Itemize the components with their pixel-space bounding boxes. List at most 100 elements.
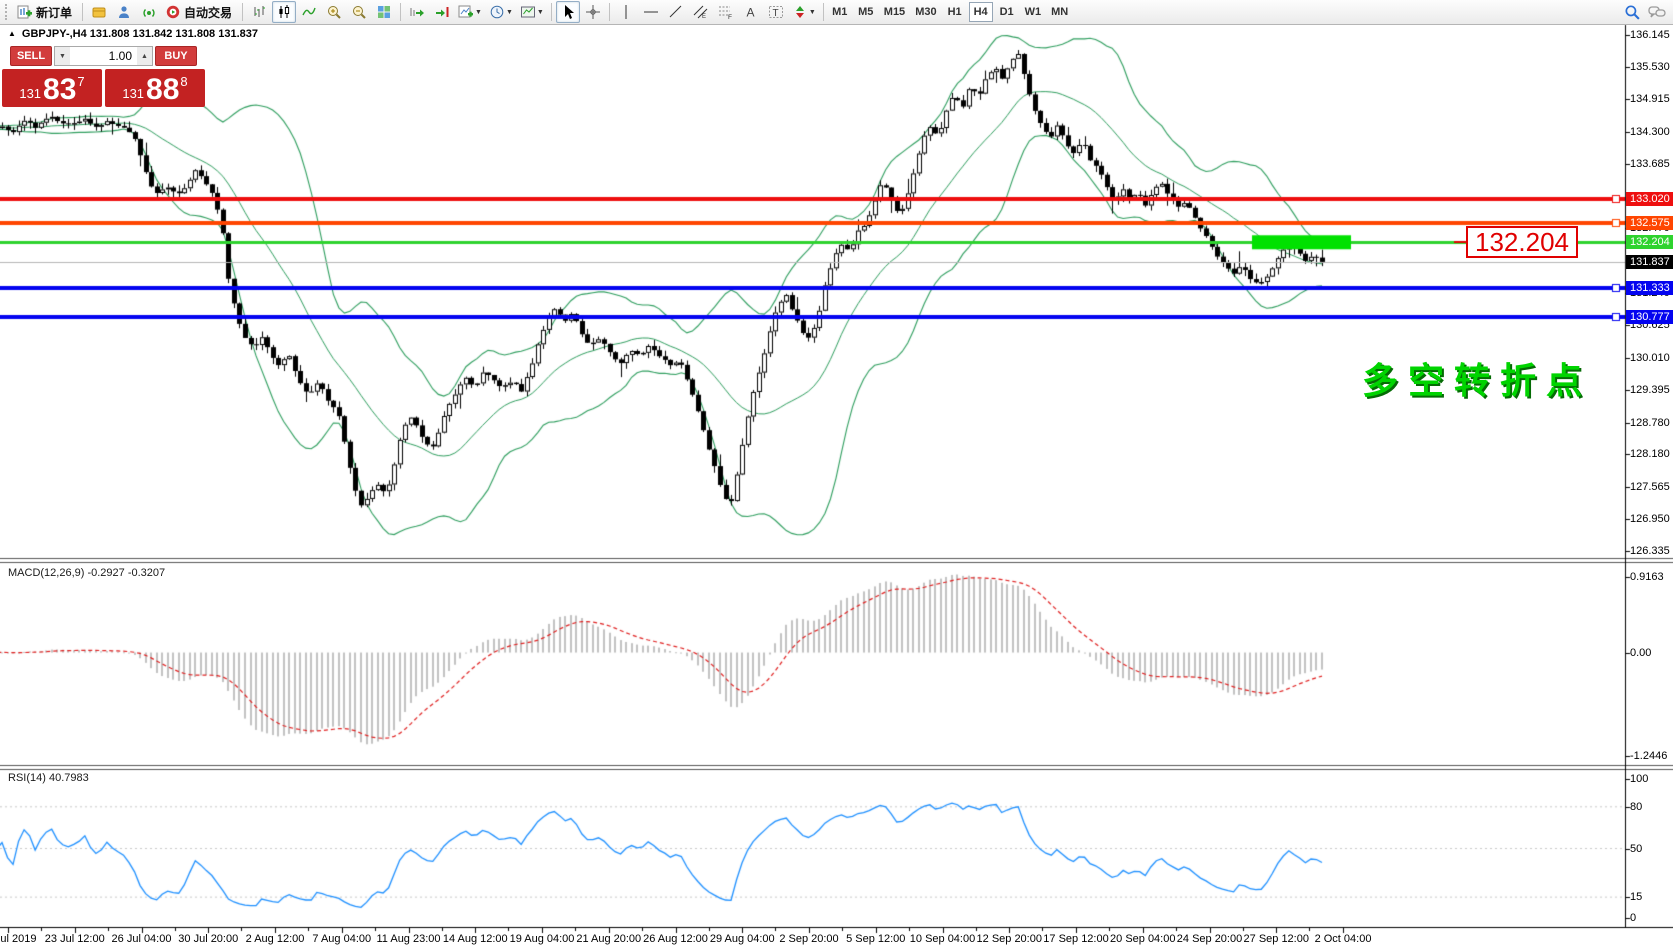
timeframe-M5[interactable]: M5 xyxy=(854,2,878,22)
zoom-out-button[interactable] xyxy=(347,1,371,23)
trading-terminal-window: 新订单 自动交易 ▼ ▼ xyxy=(0,0,1673,951)
price-level-label[interactable]: 132.575 xyxy=(1626,216,1673,230)
chart-shift-button[interactable] xyxy=(430,1,454,23)
autotrade-icon xyxy=(165,4,181,20)
text-label-button[interactable]: T xyxy=(764,1,788,23)
svg-text:E: E xyxy=(702,14,706,20)
new-order-button[interactable]: 新订单 xyxy=(14,1,78,23)
rsi-scale-label: 15 xyxy=(1630,891,1642,903)
equidistant-channel-icon: E xyxy=(693,4,709,20)
autotrade-button[interactable]: 自动交易 xyxy=(162,1,238,23)
vertical-line-button[interactable] xyxy=(614,1,638,23)
time-axis-label: 5 Sep 12:00 xyxy=(846,933,905,945)
zoom-out-icon xyxy=(351,4,367,20)
trendline-button[interactable] xyxy=(664,1,688,23)
timeframe-D1[interactable]: D1 xyxy=(995,2,1019,22)
new-order-icon xyxy=(17,4,33,20)
toolbar-separator xyxy=(400,3,401,21)
toolbar-separator xyxy=(609,3,610,21)
sell-price-box[interactable]: 131837 xyxy=(2,69,102,107)
timeframe-M15[interactable]: M15 xyxy=(880,2,909,22)
time-axis-label: 21 Aug 20:00 xyxy=(576,933,641,945)
auto-scroll-button[interactable] xyxy=(405,1,429,23)
macd-scale-label: 0.00 xyxy=(1630,647,1651,659)
fibonacci-button[interactable]: F xyxy=(714,1,738,23)
tile-windows-button[interactable] xyxy=(372,1,396,23)
cursor-button[interactable] xyxy=(556,1,580,23)
fibonacci-icon: F xyxy=(718,4,734,20)
macd-indicator-label: MACD(12,26,9) -0.2927 -0.3207 xyxy=(8,567,165,579)
time-axis-label: 14 Aug 12:00 xyxy=(443,933,508,945)
timeframe-M1[interactable]: M1 xyxy=(828,2,852,22)
arrows-button[interactable]: ▼ xyxy=(789,1,819,23)
new-order-label: 新订单 xyxy=(33,4,75,21)
time-axis-label: 2 Oct 04:00 xyxy=(1315,933,1372,945)
crosshair-button[interactable] xyxy=(581,1,605,23)
buy-button[interactable]: BUY xyxy=(155,46,197,66)
price-level-label[interactable]: 132.204 xyxy=(1626,235,1673,249)
community-button[interactable] xyxy=(112,1,136,23)
arrow-objects-icon xyxy=(792,4,808,20)
price-tick-label: 126.335 xyxy=(1630,545,1670,557)
equidistant-channel-button[interactable]: E xyxy=(689,1,713,23)
zoom-in-icon xyxy=(326,4,342,20)
chart-overlay: MACD(12,26,9) -0.2927 -0.3207 RSI(14) 40… xyxy=(0,0,1673,951)
turning-point-note: 多空转折点 xyxy=(1362,352,1592,404)
collapse-trade-panel-icon[interactable]: ▲ xyxy=(8,30,16,38)
price-level-label[interactable]: 133.020 xyxy=(1626,192,1673,206)
timeframe-bar: M1M5M15M30H1H4D1W1MN xyxy=(828,2,1072,22)
period-button[interactable]: ▼ xyxy=(486,1,516,23)
symbol-ohlc-text: GBPJPY-,H4 131.808 131.842 131.808 131.8… xyxy=(22,28,258,40)
timeframe-H4[interactable]: H4 xyxy=(969,2,993,22)
signal-button[interactable] xyxy=(137,1,161,23)
price-tick-label: 127.565 xyxy=(1630,481,1670,493)
chat-icon xyxy=(1648,4,1666,20)
toolbar-separator xyxy=(551,3,552,21)
time-axis-label: 11 Aug 23:00 xyxy=(376,933,440,945)
price-level-label[interactable]: 131.333 xyxy=(1626,281,1673,295)
clock-icon xyxy=(489,4,505,20)
tile-windows-icon xyxy=(376,4,392,20)
template-button[interactable]: ▼ xyxy=(517,1,547,23)
search-icon xyxy=(1624,4,1641,21)
market-watch-button[interactable] xyxy=(87,1,111,23)
price-tick-label: 135.530 xyxy=(1630,61,1670,73)
community-icon xyxy=(116,4,132,20)
time-axis-label: 29 Aug 04:00 xyxy=(710,933,775,945)
price-tick-label: 128.780 xyxy=(1630,417,1670,429)
timeframe-W1[interactable]: W1 xyxy=(1021,2,1046,22)
vertical-line-icon xyxy=(618,4,634,20)
horizontal-line-button[interactable] xyxy=(639,1,663,23)
dropdown-caret-icon: ▼ xyxy=(475,9,482,16)
timeframe-H1[interactable]: H1 xyxy=(943,2,967,22)
price-level-label[interactable]: 130.777 xyxy=(1626,310,1673,324)
auto-scroll-icon xyxy=(409,4,425,20)
zoom-in-button[interactable] xyxy=(322,1,346,23)
bar-chart-mode-button[interactable] xyxy=(247,1,271,23)
volume-increase-button[interactable]: ▲ xyxy=(137,47,152,65)
buy-price-box[interactable]: 131888 xyxy=(105,69,205,107)
line-chart-mode-button[interactable] xyxy=(297,1,321,23)
new-chart-button[interactable]: ▼ xyxy=(455,1,485,23)
price-tick-label: 134.300 xyxy=(1630,126,1670,138)
bar-chart-icon xyxy=(251,4,267,20)
timeframe-MN[interactable]: MN xyxy=(1047,2,1072,22)
chat-button[interactable] xyxy=(1645,1,1669,23)
volume-spinner: ▼ ▲ xyxy=(54,46,153,66)
time-axis-label: 7 Aug 04:00 xyxy=(312,933,371,945)
sell-price-big: 83 xyxy=(43,75,76,105)
search-button[interactable] xyxy=(1620,1,1644,23)
macd-scale-label: -1.2446 xyxy=(1630,750,1667,762)
candlestick-mode-button[interactable] xyxy=(272,1,296,23)
timeframe-M30[interactable]: M30 xyxy=(911,2,940,22)
volume-input[interactable] xyxy=(70,47,137,65)
price-level-label[interactable]: 131.837 xyxy=(1626,255,1673,269)
text-button[interactable]: A xyxy=(739,1,763,23)
price-callout-box[interactable]: 132.204 xyxy=(1466,226,1578,258)
volume-decrease-button[interactable]: ▼ xyxy=(55,47,70,65)
sell-button[interactable]: SELL xyxy=(10,46,52,66)
signal-icon xyxy=(141,4,157,20)
macd-scale-label: 0.9163 xyxy=(1630,571,1664,583)
time-axis-label: 26 Aug 12:00 xyxy=(643,933,708,945)
chart-template-icon xyxy=(520,4,536,20)
